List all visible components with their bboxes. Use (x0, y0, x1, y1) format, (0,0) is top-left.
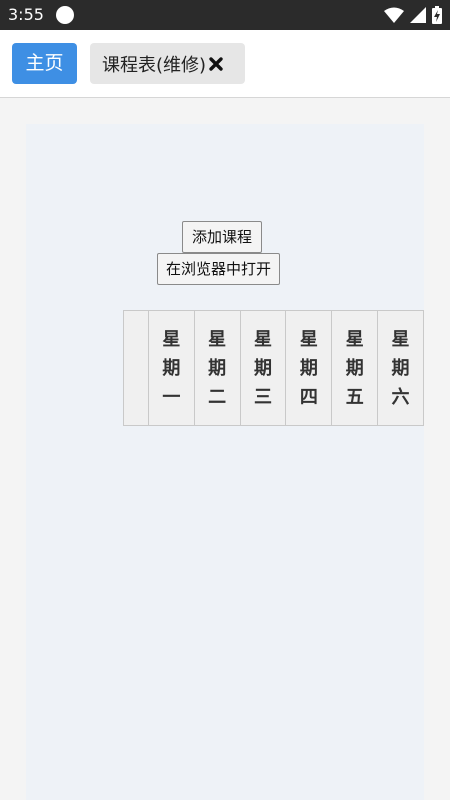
day-header-thu: 星期四 (285, 310, 333, 426)
top-bar: 主页 课程表(维修) (0, 30, 450, 98)
schedule-content: 添加课程 在浏览器中打开 星期一 星期二 星期三 星期四 星期五 星期六 (26, 124, 424, 800)
home-button[interactable]: 主页 (12, 43, 77, 84)
open-in-browser-button[interactable]: 在浏览器中打开 (157, 253, 281, 285)
day-header-tue: 星期二 (193, 310, 241, 426)
battery-charging-icon (432, 6, 442, 24)
schedule-header-row: 星期一 星期二 星期三 星期四 星期五 星期六 (123, 310, 424, 426)
wifi-icon (384, 7, 404, 23)
notification-dot-icon (56, 6, 74, 24)
add-course-button[interactable]: 添加课程 (182, 221, 263, 253)
day-header-mon: 星期一 (147, 310, 195, 426)
signal-icon (410, 7, 426, 23)
status-bar: 3:55 (0, 0, 450, 30)
status-icons (384, 6, 442, 24)
schedule-table: 星期一 星期二 星期三 星期四 星期五 星期六 (123, 310, 424, 426)
schedule-corner-cell (123, 310, 149, 426)
tab-schedule[interactable]: 课程表(维修) (90, 43, 245, 84)
close-icon[interactable] (208, 56, 224, 72)
status-time: 3:55 (8, 5, 44, 24)
day-header-fri: 星期五 (331, 310, 379, 426)
tab-schedule-label: 课程表(维修) (102, 54, 207, 76)
day-header-sat: 星期六 (377, 310, 424, 426)
day-header-wed: 星期三 (239, 310, 287, 426)
